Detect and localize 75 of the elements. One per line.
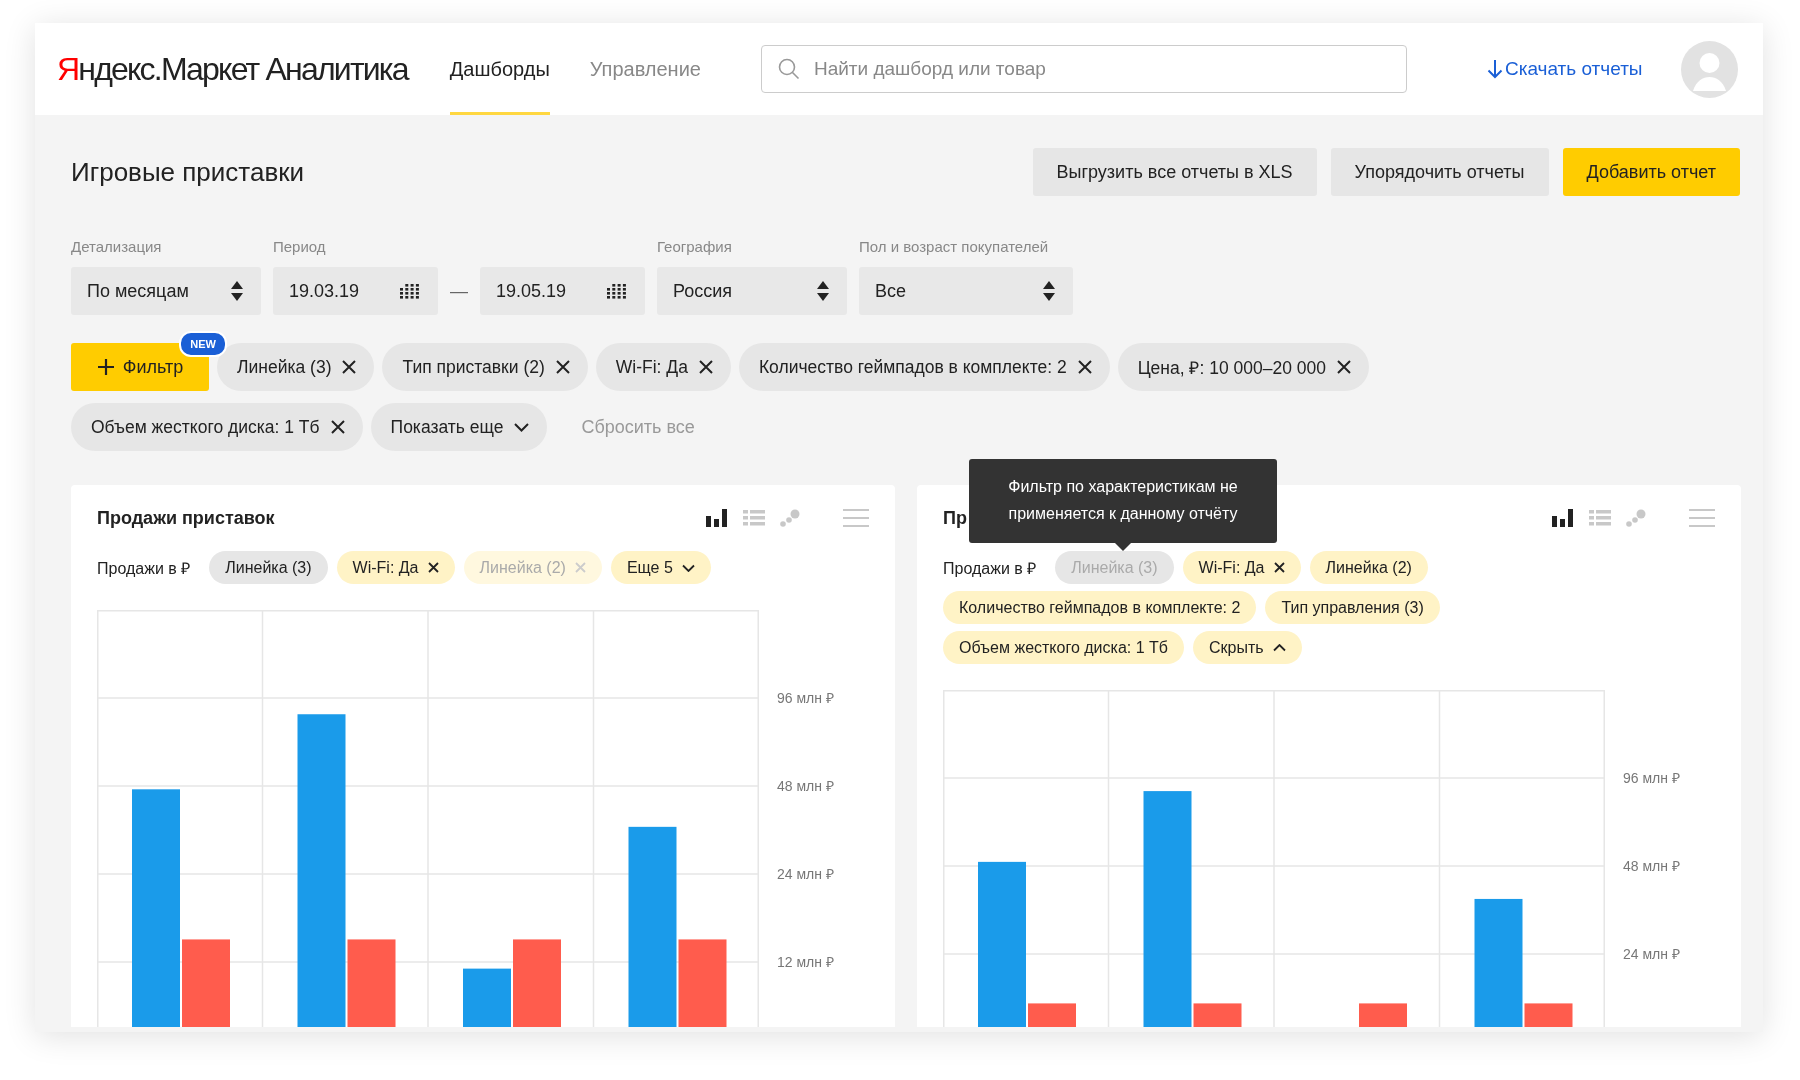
logo[interactable]: Яндекс.Маркет Аналитика [57,49,408,89]
select-field[interactable]: Все [859,267,1073,315]
select-field[interactable]: Россия [657,267,847,315]
bar-chart-icon[interactable] [706,509,728,527]
axis-tick-label: 12 млн ₽ [777,953,834,971]
card-title: Продажи приставок [97,507,275,529]
toggle-chips-button[interactable]: Еще 5 [610,551,711,584]
axis-tick-label: 48 млн ₽ [1623,857,1680,875]
search-field[interactable]: Найти дашборд или товар [760,45,1407,93]
axis-tick-label: 24 млн ₽ [1623,945,1680,963]
tag-label: Тип управления (3) [1281,598,1424,617]
plus-icon [96,358,115,376]
nav-tab[interactable]: Дашборды [449,23,550,115]
close-icon[interactable] [330,420,345,434]
field-label: Период [273,238,327,256]
tag-label: Объем жесткого диска: 1 Тб [959,638,1168,657]
tag-label: Линейка (3) [225,558,312,577]
search-icon [777,58,800,80]
filter-label: Объем жесткого диска: 1 Тб [91,416,320,438]
chart-bar [1359,1003,1407,1027]
action-button[interactable]: Упорядочить отчеты [1330,148,1549,196]
show-more-button[interactable]: Показать еще [370,403,548,451]
bar-chart-icon[interactable] [1552,509,1574,527]
chevron-icon [1272,643,1286,652]
close-icon[interactable] [1336,360,1351,374]
close-icon[interactable] [342,360,357,374]
chart-bar [463,968,511,1027]
close-icon[interactable] [698,360,713,374]
select-field[interactable]: По месяцам [71,267,261,315]
action-button[interactable]: Добавить отчет [1562,148,1740,196]
date-field[interactable]: 19.03.19 [273,267,438,315]
tag-label: Количество геймпадов в комплекте: 2 [959,598,1241,617]
download-link[interactable]: Скачать отчеты [1486,58,1643,80]
chart-bar [1028,1003,1076,1027]
tooltip: Фильтр по характеристикам не применяется к данному отчёту [969,459,1277,543]
field-label: География [657,238,733,256]
sort-arrows-icon [817,281,829,301]
nav-tab[interactable]: Управление [589,23,701,115]
tag-label: Линейка (2) [479,558,566,577]
close-icon[interactable] [427,562,439,573]
close-icon[interactable] [1077,360,1092,374]
filter-label: Цена, ₽: 10 000–20 000 [1137,357,1326,379]
action-button[interactable]: Выгрузить все отчеты в XLS [1032,148,1317,196]
axis-tick-label: 96 млн ₽ [1623,769,1680,787]
metric-label: Продажи в ₽ [943,558,1037,579]
date-field[interactable]: 19.05.19 [480,267,645,315]
tooltip-pointer [1115,543,1131,551]
tag-label: Линейка (3) [1071,558,1158,577]
page-title: Игровые приставки [71,156,305,188]
filter-label: Количество геймпадов в комплекте: 2 [758,356,1067,378]
axis-tick-label: 96 млн ₽ [777,689,834,707]
tag-label: Wi-Fi: Да [1198,558,1265,577]
axis-tick-label: 24 млн ₽ [777,865,834,883]
chevron-icon [514,422,530,432]
metric-label: Продажи в ₽ [97,558,191,579]
card-title: Пр [943,507,967,529]
close-icon[interactable] [1273,562,1285,573]
field-label: Детализация [71,238,163,256]
calendar-icon [607,283,627,299]
field-label: Пол и возраст покупателей [859,238,1050,256]
toggle-chips-button[interactable]: Скрыть [1192,631,1302,664]
download-arrow-icon [1486,59,1503,79]
tag-label: Линейка (2) [1325,558,1412,577]
filter-label: Wi-Fi: Да [615,356,688,378]
new-badge: NEW [179,331,227,357]
filter-label: Линейка (3) [237,356,332,378]
axis-tick-label: 48 млн ₽ [777,777,834,795]
sort-arrows-icon [231,281,243,301]
tag-label: Wi-Fi: Да [352,558,419,577]
close-icon[interactable] [555,360,570,374]
calendar-icon [400,283,420,299]
range-dash: — [450,279,468,303]
sort-arrows-icon [1043,281,1055,301]
chevron-icon [681,563,695,572]
filter-label: Тип приставки (2) [402,356,545,378]
